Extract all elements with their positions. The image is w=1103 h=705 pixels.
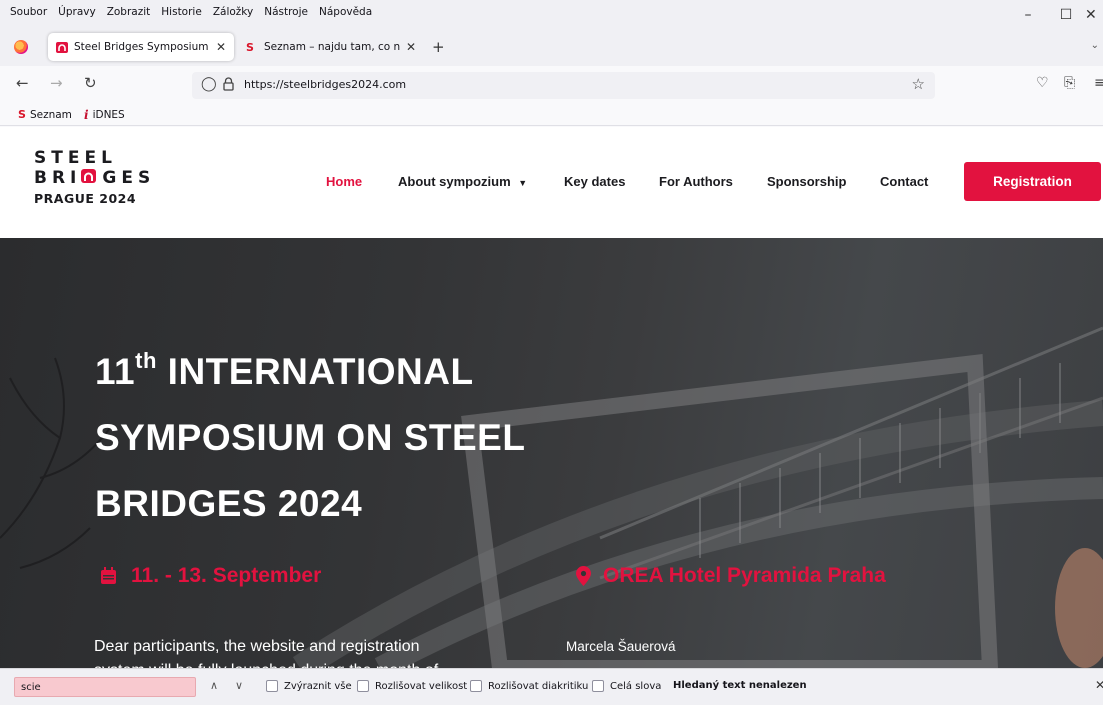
nav-sponsorship[interactable]: Sponsorship: [767, 174, 846, 189]
site-logo[interactable]: STEEL BRI GES PRAGUE 2024: [34, 148, 155, 206]
menu-zalozky[interactable]: Záložky: [213, 6, 253, 18]
nav-for-authors[interactable]: For Authors: [659, 174, 733, 189]
share-icon[interactable]: ⎘: [1064, 75, 1075, 91]
find-next-icon[interactable]: ∨: [235, 679, 243, 692]
bookmark-label: iDNES: [92, 109, 125, 121]
map-pin-icon: [576, 566, 591, 586]
tab-close-icon[interactable]: ✕: [216, 40, 226, 54]
match-diacritics-checkbox[interactable]: Rozlišovat diakritiku: [470, 680, 588, 692]
tab-bar: Steel Bridges Symposium 2024 ✕ S Seznam …: [0, 28, 1103, 66]
logo-line-bridges: BRI GES: [34, 168, 155, 188]
nav-bar: ← → ↻ ◯ https://steelbridges2024.com ☆ ♡…: [0, 66, 1103, 104]
checkbox-box[interactable]: [592, 680, 604, 692]
find-close-icon[interactable]: ✕: [1095, 678, 1103, 692]
tab-close-icon[interactable]: ✕: [406, 40, 416, 54]
calendar-icon: [101, 567, 116, 584]
menu-napoveda[interactable]: Nápověda: [319, 6, 372, 18]
checkbox-box[interactable]: [266, 680, 278, 692]
logo-bri: BRI: [34, 168, 82, 188]
nav-contact[interactable]: Contact: [880, 174, 928, 189]
menu-upravy[interactable]: Úpravy: [58, 6, 96, 18]
tab-steel-bridges[interactable]: Steel Bridges Symposium 2024 ✕: [48, 33, 234, 61]
menu-bar: Soubor Úpravy Zobrazit Historie Záložky …: [0, 0, 1103, 28]
bookmark-label: Seznam: [29, 108, 72, 121]
tab-title: Seznam – najdu tam, co neznám: [264, 41, 400, 53]
tracking-shield-icon[interactable]: ◯: [201, 76, 217, 92]
tab-title: Steel Bridges Symposium 2024: [74, 41, 210, 53]
hero-intro-line-1: Dear participants, the website and regis…: [94, 638, 420, 655]
checkbox-box[interactable]: [470, 680, 482, 692]
highlight-all-checkbox[interactable]: Zvýraznit vše: [266, 680, 352, 692]
hero-intro-line-2: system will be fully launched during the…: [94, 659, 534, 668]
forward-icon[interactable]: →: [50, 74, 63, 92]
pocket-icon[interactable]: ♡: [1036, 75, 1049, 91]
match-case-checkbox[interactable]: Rozlišovat velikost: [357, 680, 467, 692]
bookmarks-bar: S Seznam i iDNES: [0, 104, 1103, 126]
seznam-s-icon: S: [18, 108, 26, 121]
checkbox-box[interactable]: [357, 680, 369, 692]
minimize-icon[interactable]: –: [1008, 2, 1048, 28]
checkbox-label: Rozlišovat diakritiku: [488, 680, 589, 692]
hero-title-sup: th: [135, 348, 157, 373]
list-tabs-chevron-icon[interactable]: ⌄: [1091, 40, 1099, 51]
tab-seznam[interactable]: S Seznam – najdu tam, co neznám ✕: [238, 33, 424, 61]
menu-zobrazit[interactable]: Zobrazit: [107, 6, 151, 18]
hero-title: 11th INTERNATIONAL SYMPOSIUM ON STEEL BR…: [95, 328, 525, 537]
hero-title-line-1: 11th INTERNATIONAL: [95, 328, 525, 405]
reload-icon[interactable]: ↻: [84, 74, 97, 92]
checkbox-label: Zvýraznit vše: [284, 680, 352, 692]
hero-signature-name: Marcela Šauerová: [566, 639, 676, 654]
web-page: STEEL BRI GES PRAGUE 2024 Home About symp…: [0, 127, 1103, 668]
menu-soubor[interactable]: Soubor: [10, 6, 47, 18]
find-input[interactable]: [14, 677, 196, 697]
logo-line-prague: PRAGUE 2024: [34, 191, 137, 206]
steel-bridges-favicon-icon: [56, 41, 68, 53]
new-tab-icon[interactable]: +: [432, 38, 445, 56]
hero-title-line-3: BRIDGES 2024: [95, 483, 363, 524]
hero-intro-text: Dear participants, the website and regis…: [94, 635, 534, 668]
menu-list: Soubor Úpravy Zobrazit Historie Záložky …: [10, 6, 372, 18]
close-window-icon[interactable]: ✕: [1085, 2, 1103, 28]
checkbox-label: Celá slova: [610, 680, 662, 692]
hero-venue[interactable]: OREA Hotel Pyramida Praha: [576, 564, 886, 588]
hero-title-international: INTERNATIONAL: [156, 351, 474, 392]
hero-title-number: 11: [95, 351, 136, 392]
firefox-icon[interactable]: [14, 40, 28, 54]
url-text[interactable]: https://steelbridges2024.com: [244, 78, 406, 91]
find-status: Hledaný text nenalezen: [673, 680, 807, 691]
logo-ges: GES: [102, 168, 156, 188]
hero-venue-text[interactable]: OREA Hotel Pyramida Praha: [603, 564, 886, 588]
chevron-down-icon: ▼: [518, 178, 528, 188]
bookmark-idnes[interactable]: i iDNES: [84, 108, 125, 122]
nav-about[interactable]: About sympozium ▼: [398, 174, 527, 189]
logo-line-steel: STEEL: [34, 148, 117, 168]
nav-home[interactable]: Home: [326, 174, 362, 189]
app-menu-icon[interactable]: ≡: [1094, 75, 1103, 91]
idnes-i-icon: i: [84, 108, 89, 122]
bookmark-star-icon[interactable]: ☆: [912, 75, 925, 93]
find-previous-icon[interactable]: ∧: [210, 679, 218, 692]
nav-about-label: About sympozium: [398, 174, 511, 189]
find-bar: ∧ ∨ Zvýraznit vše Rozlišovat velikost Ro…: [0, 668, 1103, 705]
site-header: STEEL BRI GES PRAGUE 2024 Home About symp…: [0, 127, 1103, 238]
logo-arch-icon: [81, 169, 97, 183]
back-icon[interactable]: ←: [16, 74, 29, 92]
menu-historie[interactable]: Historie: [161, 6, 202, 18]
hero-date: 11. - 13. September: [100, 564, 321, 588]
hero-title-line-2: SYMPOSIUM ON STEEL: [95, 417, 526, 458]
checkbox-label: Rozlišovat velikost: [375, 680, 468, 692]
whole-words-checkbox[interactable]: Celá slova: [592, 680, 661, 692]
nav-key-dates[interactable]: Key dates: [564, 174, 625, 189]
registration-button[interactable]: Registration: [964, 162, 1101, 201]
bookmark-seznam[interactable]: S Seznam: [18, 108, 72, 121]
menu-nastroje[interactable]: Nástroje: [264, 6, 308, 18]
hero-date-text: 11. - 13. September: [131, 564, 322, 587]
maximize-icon[interactable]: ☐: [1046, 2, 1086, 28]
url-bar[interactable]: ◯ https://steelbridges2024.com ☆: [192, 72, 935, 99]
seznam-s-icon: S: [246, 40, 254, 54]
hero-section: 11th INTERNATIONAL SYMPOSIUM ON STEEL BR…: [0, 238, 1103, 668]
lock-icon[interactable]: [223, 77, 234, 91]
